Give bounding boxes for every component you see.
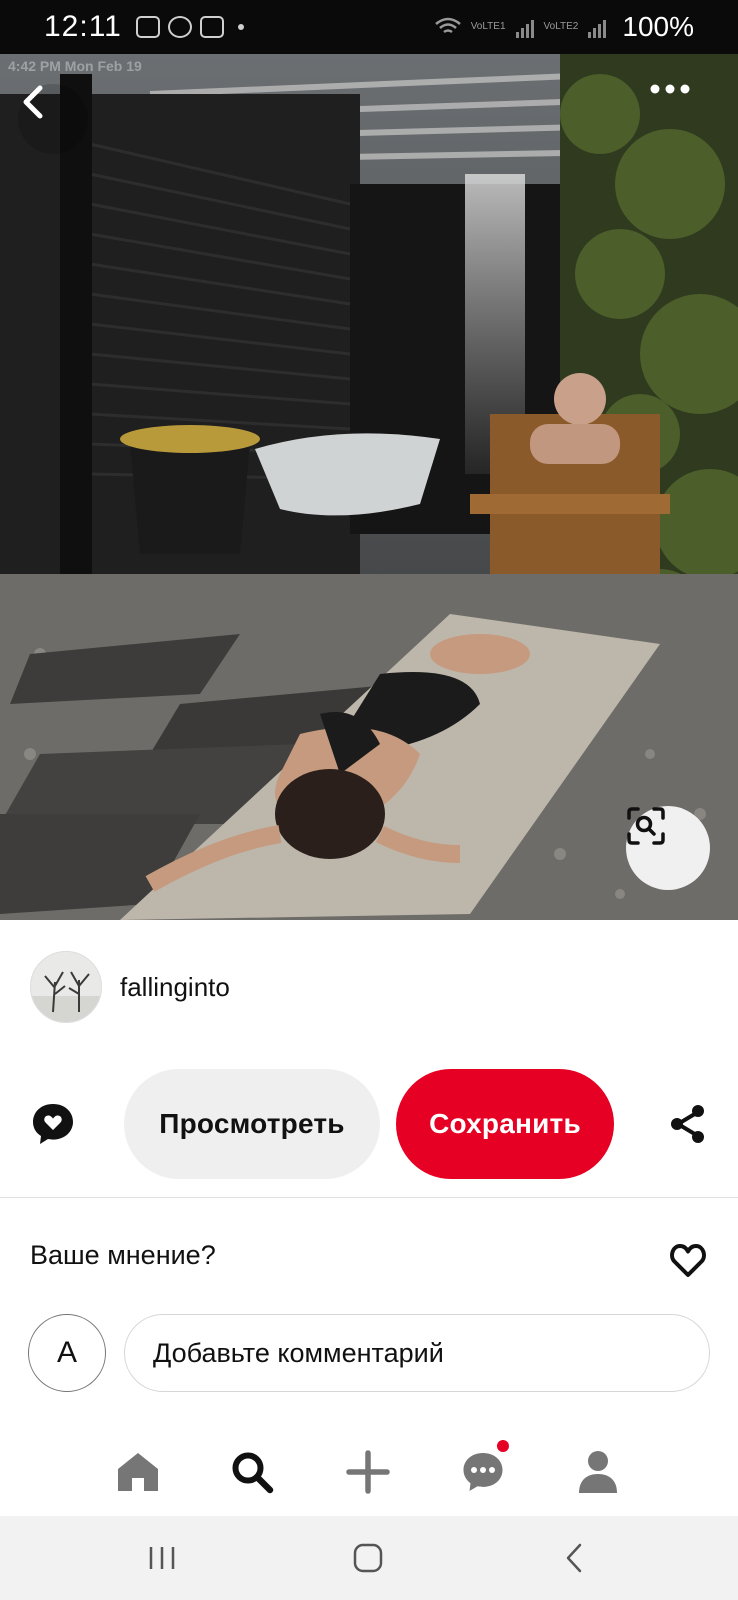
battery-level: 100% [622,11,694,42]
recent-apps-icon [149,1547,175,1569]
recent-apps-button[interactable] [138,1534,186,1582]
system-back-button[interactable] [550,1534,598,1582]
comment-input[interactable]: Добавьте комментарий [124,1314,710,1392]
system-navigation-bar [0,1516,738,1600]
pin-image[interactable]: 4:42 PM Mon Feb 19 [0,54,738,920]
back-button[interactable] [18,84,88,154]
gallery-icon [135,16,160,38]
pin-actions: Просмотреть Сохранить [0,1068,738,1180]
nav-profile[interactable] [570,1444,626,1500]
visual-search-icon [627,807,665,845]
comments-heading: Ваше мнение? [30,1240,216,1270]
system-home-icon [353,1543,383,1573]
status-bar: 12:11 VoLTE1 VoLTE2 100% [0,0,738,54]
section-divider [0,1197,738,1198]
system-home-button[interactable] [344,1534,392,1582]
pin-photo [0,54,738,920]
status-right: VoLTE1 VoLTE2 100% [434,11,694,43]
nav-search[interactable] [224,1444,280,1500]
signal-icon-2 [588,16,607,38]
comment-heart-icon[interactable] [30,1101,76,1147]
save-button[interactable]: Сохранить [396,1069,614,1179]
youtube-icon [199,16,224,38]
nav-create[interactable] [340,1444,396,1500]
add-comment-row: A Добавьте комментарий [28,1312,710,1392]
author-avatar-image [31,952,101,1022]
photo-timestamp: 4:42 PM Mon Feb 19 [8,58,142,74]
author-avatar[interactable] [30,951,102,1023]
chevron-left-icon [23,85,43,119]
bottom-navigation [0,1440,738,1526]
plus-icon [346,1450,390,1494]
notification-icons [135,16,244,38]
chat-icon [463,1453,503,1491]
wifi-icon [434,17,461,34]
network-label-1: VoLTE1 [470,21,506,32]
home-icon [118,1453,158,1491]
network-label-2: VoLTE2 [543,21,579,32]
notification-badge [497,1440,509,1452]
view-button[interactable]: Просмотреть [124,1069,380,1179]
system-back-icon [566,1543,582,1573]
pin-detail-screen: 12:11 VoLTE1 VoLTE2 100% 4:42 PM Mon Feb… [0,0,738,1600]
current-user-avatar[interactable]: A [28,1314,106,1392]
search-icon [232,1452,274,1494]
visual-search-button[interactable] [626,806,710,890]
pin-author[interactable]: fallinginto [30,950,230,1024]
status-time: 12:11 [44,10,122,43]
more-notifications-icon [237,24,244,30]
more-options-button[interactable] [650,84,720,154]
nav-home[interactable] [110,1444,166,1500]
heart-outline-icon[interactable] [668,1240,708,1280]
person-icon [579,1451,617,1493]
signal-icon-1 [515,16,534,38]
author-name[interactable]: fallinginto [120,972,230,1003]
share-icon[interactable] [668,1104,708,1144]
more-horizontal-icon [650,84,690,94]
nav-messages[interactable] [455,1440,511,1500]
whatsapp-icon [167,16,192,38]
